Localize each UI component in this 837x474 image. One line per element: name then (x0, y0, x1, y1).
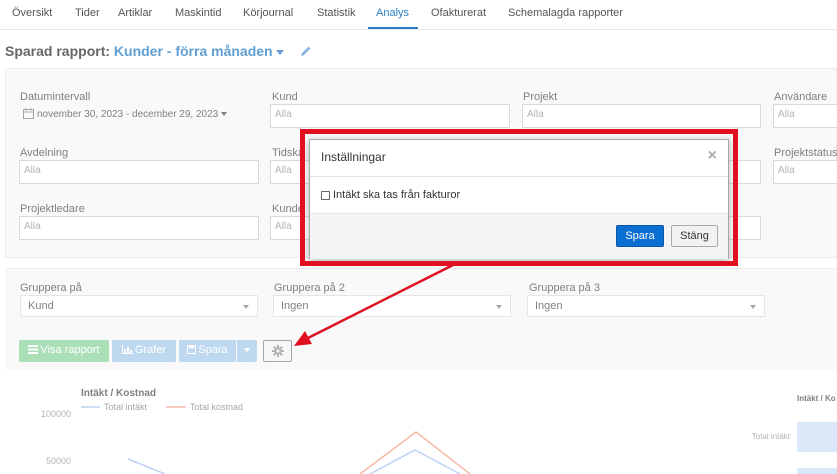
tab-oversikt[interactable]: Översikt (12, 7, 52, 19)
top-nav: Översikt Tider Artiklar Maskintid Körjou… (0, 0, 837, 30)
tab-statistik[interactable]: Statistik (317, 7, 356, 19)
tab-analys[interactable]: Analys (376, 7, 409, 19)
tab-artiklar[interactable]: Artiklar (118, 7, 152, 19)
tab-maskintid[interactable]: Maskintid (175, 7, 221, 19)
tab-tider[interactable]: Tider (75, 7, 100, 19)
annotation-highlight-box (300, 129, 738, 266)
tab-ofakturerat[interactable]: Ofakturerat (431, 7, 486, 19)
tab-korjournal[interactable]: Körjournal (243, 7, 293, 19)
tab-schemalagda-rapporter[interactable]: Schemalagda rapporter (508, 7, 623, 19)
